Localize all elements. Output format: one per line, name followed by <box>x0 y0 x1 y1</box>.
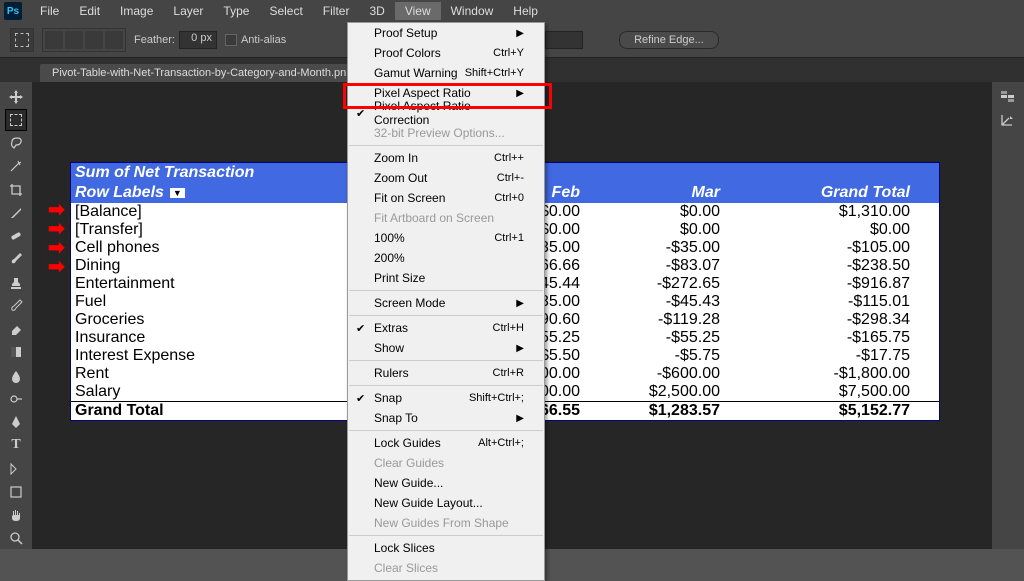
menu-item[interactable]: Gamut WarningShift+Ctrl+Y <box>348 63 544 83</box>
tools-panel: T <box>0 82 32 549</box>
check-icon: ✔ <box>356 322 365 335</box>
menu-item[interactable]: Snap To▶ <box>348 408 544 428</box>
menu-type[interactable]: Type <box>213 2 259 20</box>
healing-tool-icon[interactable] <box>5 226 27 247</box>
selection-mode-group <box>42 28 126 52</box>
brush-tool-icon[interactable] <box>5 249 27 270</box>
shape-tool-icon[interactable] <box>5 481 27 502</box>
selection-add[interactable] <box>65 31 83 49</box>
marquee-tool-icon[interactable] <box>5 109 27 130</box>
menu-item[interactable]: ✔Pixel Aspect Ratio Correction <box>348 103 544 123</box>
height-input[interactable] <box>545 31 583 49</box>
selection-new[interactable] <box>45 31 63 49</box>
selection-intersect[interactable] <box>105 31 123 49</box>
menubar: Ps FileEditImageLayerTypeSelectFilter3DV… <box>0 0 1024 22</box>
menu-item[interactable]: Print Size <box>348 268 544 288</box>
menu-item[interactable]: Lock Slices <box>348 538 544 558</box>
type-tool-icon[interactable]: T <box>5 435 27 456</box>
menu-item[interactable]: Show▶ <box>348 338 544 358</box>
check-icon: ✔ <box>356 107 365 120</box>
right-dock <box>992 82 1024 549</box>
path-tool-icon[interactable] <box>5 458 27 479</box>
submenu-arrow-icon: ▶ <box>516 88 524 99</box>
menu-item[interactable]: New Guide Layout... <box>348 493 544 513</box>
tool-preset-icon[interactable] <box>10 28 34 52</box>
menu-select[interactable]: Select <box>259 2 312 20</box>
view-menu-dropdown: Proof Setup▶Proof ColorsCtrl+YGamut Warn… <box>347 22 545 581</box>
crop-tool-icon[interactable] <box>5 179 27 200</box>
menu-3d[interactable]: 3D <box>359 2 394 20</box>
menu-window[interactable]: Window <box>441 2 504 20</box>
dropdown-icon: ▼ <box>170 188 185 198</box>
menu-item[interactable]: Fit on ScreenCtrl+0 <box>348 188 544 208</box>
stamp-tool-icon[interactable] <box>5 272 27 293</box>
app-logo: Ps <box>4 2 22 20</box>
document-tab-label: Pivot-Table-with-Net-Transaction-by-Cate… <box>52 67 355 79</box>
dodge-tool-icon[interactable] <box>5 388 27 409</box>
panel-icon[interactable] <box>997 110 1019 132</box>
antialias-label: Anti-alias <box>241 34 286 46</box>
gradient-tool-icon[interactable] <box>5 342 27 363</box>
eyedropper-tool-icon[interactable] <box>5 202 27 223</box>
menu-item[interactable]: 100%Ctrl+1 <box>348 228 544 248</box>
check-icon: ✔ <box>356 392 365 405</box>
antialias-checkbox[interactable] <box>225 34 237 46</box>
feather-label: Feather: <box>134 34 175 46</box>
selection-subtract[interactable] <box>85 31 103 49</box>
menu-item[interactable]: ✔ExtrasCtrl+H <box>348 318 544 338</box>
submenu-arrow-icon: ▶ <box>516 28 524 39</box>
pen-tool-icon[interactable] <box>5 412 27 433</box>
menu-item[interactable]: Screen Mode▶ <box>348 293 544 313</box>
menu-item[interactable]: 200% <box>348 248 544 268</box>
menu-image[interactable]: Image <box>110 2 163 20</box>
document-tab[interactable]: Pivot-Table-with-Net-Transaction-by-Cate… <box>40 64 379 82</box>
hand-tool-icon[interactable] <box>5 505 27 526</box>
submenu-arrow-icon: ▶ <box>516 343 524 354</box>
menu-layer[interactable]: Layer <box>163 2 213 20</box>
submenu-arrow-icon: ▶ <box>516 298 524 309</box>
menu-item: Clear Slices <box>348 558 544 578</box>
submenu-arrow-icon: ▶ <box>516 413 524 424</box>
menu-item[interactable]: Zoom InCtrl++ <box>348 148 544 168</box>
menu-filter[interactable]: Filter <box>313 2 360 20</box>
menu-view[interactable]: View <box>395 2 441 20</box>
menu-item: 32-bit Preview Options... <box>348 123 544 143</box>
menu-help[interactable]: Help <box>503 2 548 20</box>
menu-item: Fit Artboard on Screen <box>348 208 544 228</box>
callout-arrow-icon: ➡ <box>48 254 65 279</box>
menu-file[interactable]: File <box>30 2 69 20</box>
menu-item[interactable]: ✔SnapShift+Ctrl+; <box>348 388 544 408</box>
eraser-tool-icon[interactable] <box>5 319 27 340</box>
zoom-tool-icon[interactable] <box>5 528 27 549</box>
menu-item[interactable]: Proof Setup▶ <box>348 23 544 43</box>
menu-item[interactable]: Proof ColorsCtrl+Y <box>348 43 544 63</box>
menu-item[interactable]: New Guide... <box>348 473 544 493</box>
history-brush-icon[interactable] <box>5 295 27 316</box>
lasso-tool-icon[interactable] <box>5 133 27 154</box>
menu-edit[interactable]: Edit <box>69 2 110 20</box>
wand-tool-icon[interactable] <box>5 156 27 177</box>
panel-icon[interactable] <box>997 86 1019 108</box>
blur-tool-icon[interactable] <box>5 365 27 386</box>
menu-item[interactable]: RulersCtrl+R <box>348 363 544 383</box>
feather-input[interactable]: 0 px <box>179 31 217 49</box>
refine-edge-button[interactable]: Refine Edge... <box>619 31 719 49</box>
menu-item: New Guides From Shape <box>348 513 544 533</box>
menu-item: Clear Guides <box>348 453 544 473</box>
menu-item[interactable]: Zoom OutCtrl+- <box>348 168 544 188</box>
menu-item[interactable]: Lock GuidesAlt+Ctrl+; <box>348 433 544 453</box>
move-tool-icon[interactable] <box>5 86 27 107</box>
